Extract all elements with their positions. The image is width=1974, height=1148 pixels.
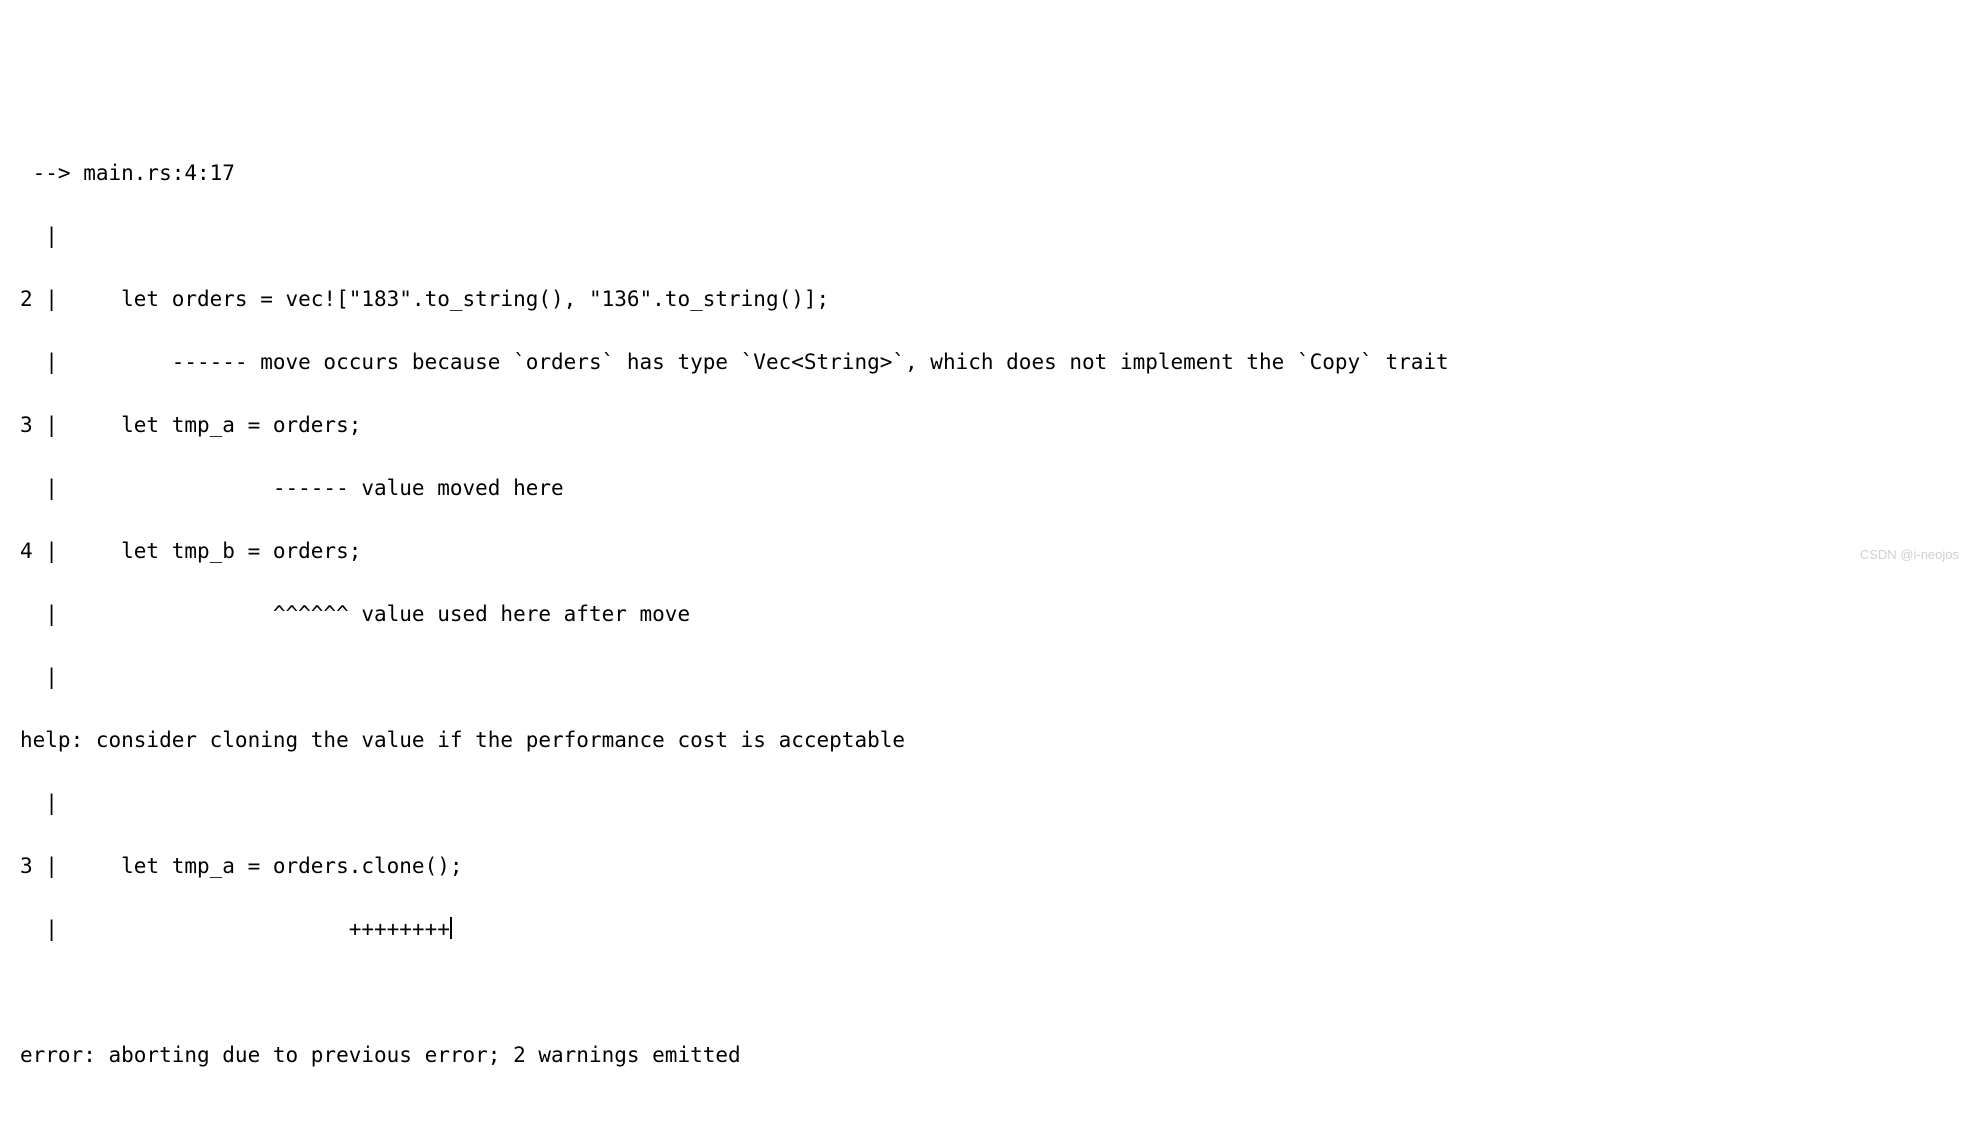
output-line: 3 | let tmp_a = orders; bbox=[20, 410, 1974, 442]
output-line: --> main.rs:4:17 bbox=[20, 158, 1974, 190]
output-line: | ------ value moved here bbox=[20, 473, 1974, 505]
output-line: | ^^^^^^ value used here after move bbox=[20, 599, 1974, 631]
output-line: error: aborting due to previous error; 2… bbox=[20, 1040, 1974, 1072]
watermark-text: CSDN @i-neojos bbox=[1860, 545, 1959, 565]
output-text: | ++++++++ bbox=[20, 917, 450, 941]
output-line: | bbox=[20, 662, 1974, 694]
output-line: 2 | let orders = vec!["183".to_string(),… bbox=[20, 284, 1974, 316]
output-line: | ------ move occurs because `orders` ha… bbox=[20, 347, 1974, 379]
output-line: 3 | let tmp_a = orders.clone(); bbox=[20, 851, 1974, 883]
output-line bbox=[20, 977, 1974, 1009]
compiler-output: --> main.rs:4:17 | 2 | let orders = vec!… bbox=[0, 126, 1974, 1103]
output-line: | bbox=[20, 221, 1974, 253]
text-cursor bbox=[450, 917, 452, 939]
output-line: 4 | let tmp_b = orders; bbox=[20, 536, 1974, 568]
output-line: | bbox=[20, 788, 1974, 820]
output-line-with-cursor: | ++++++++ bbox=[20, 914, 1974, 946]
output-line: help: consider cloning the value if the … bbox=[20, 725, 1974, 757]
